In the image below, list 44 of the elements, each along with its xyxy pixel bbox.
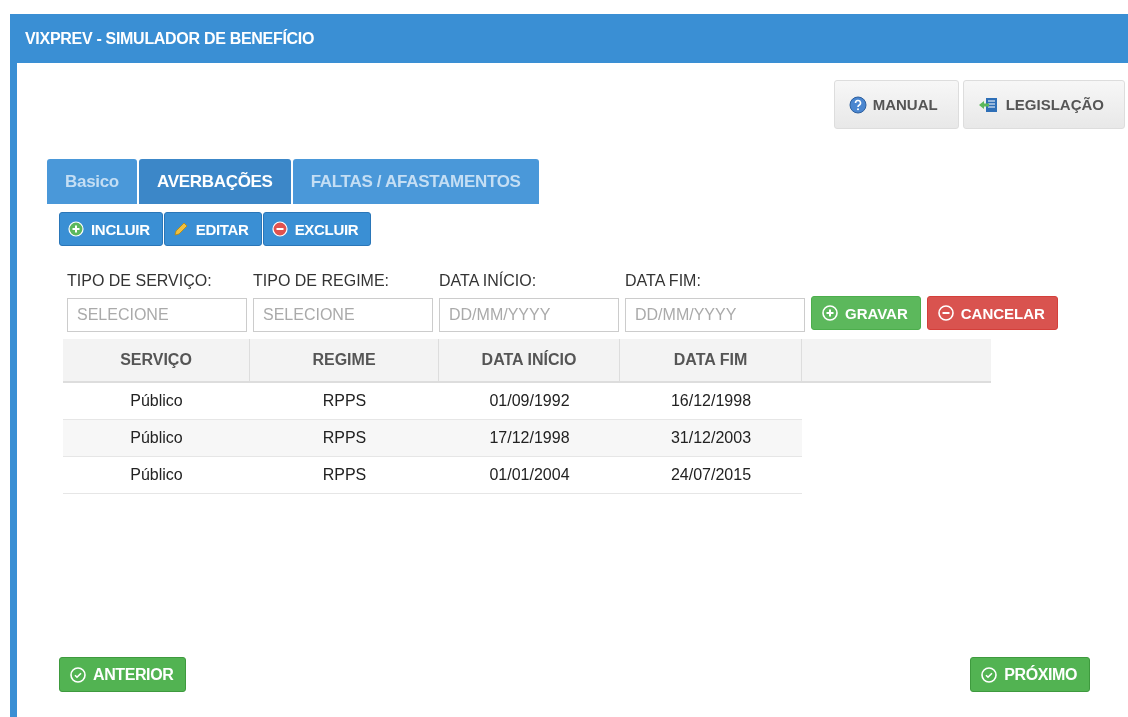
column-header: DATA FIM [620, 339, 802, 381]
column-header: SERVIÇO [63, 339, 250, 381]
edit-button[interactable]: EDITAR [163, 212, 262, 246]
previous-button[interactable]: ANTERIOR [59, 657, 187, 692]
table-cell-text: 01/01/2004 [488, 465, 571, 485]
window-title: VIXPREV - SIMULADOR DE BENEFÍCIO [24, 28, 316, 49]
input-field[interactable]: SELECIONE [67, 298, 247, 332]
field-label: DATA INÍCIO: [439, 272, 538, 290]
save-button[interactable]: GRAVAR [811, 296, 921, 330]
input-field[interactable]: DD/MM/YYYY [439, 298, 619, 332]
table-cell-text: RPPS [321, 428, 368, 448]
document-arrow-icon [977, 95, 1000, 114]
help-icon [848, 95, 867, 114]
table-cell-text: 01/09/1992 [488, 391, 571, 411]
next-button[interactable]: PRÓXIMO [970, 657, 1090, 692]
table-cell-text: Público [129, 391, 184, 411]
legislation-button[interactable]: LEGISLAÇÃO [962, 80, 1125, 129]
plus-icon [68, 221, 84, 237]
table-cell-text: Público [129, 465, 184, 485]
include-button[interactable]: INCLUIR [59, 212, 163, 246]
input-field[interactable]: SELECIONE [253, 298, 433, 332]
table-cell-text: RPPS [321, 391, 368, 411]
table-cell-text: 17/12/1998 [488, 428, 571, 448]
input-field[interactable]: DD/MM/YYYY [625, 298, 805, 332]
tab[interactable]: AVERBAÇÕES [138, 159, 291, 204]
column-header: REGIME [250, 339, 439, 381]
cancel-button[interactable]: CANCELAR [926, 296, 1058, 330]
minus-icon [271, 221, 288, 237]
table-cell-text: 24/07/2015 [669, 465, 753, 485]
pencil-icon [172, 221, 189, 237]
check-icon [981, 666, 998, 683]
table-cell-text: RPPS [321, 465, 368, 485]
delete-button[interactable]: EXCLUIR [262, 212, 372, 246]
table-cell-text: 16/12/1998 [669, 391, 753, 411]
field-label: TIPO DE REGIME: [253, 272, 390, 290]
check-icon [70, 666, 86, 683]
field-label: TIPO DE SERVIÇO: [67, 272, 213, 290]
column-header: DATA INÍCIO [439, 339, 620, 381]
field-label: DATA FIM: [625, 272, 702, 290]
manual-button[interactable]: MANUAL [833, 80, 959, 129]
minus-icon [937, 305, 954, 321]
plus-icon [822, 305, 838, 321]
table-cell-text: Público [129, 428, 184, 448]
table-cell-text: 31/12/2003 [669, 428, 753, 448]
